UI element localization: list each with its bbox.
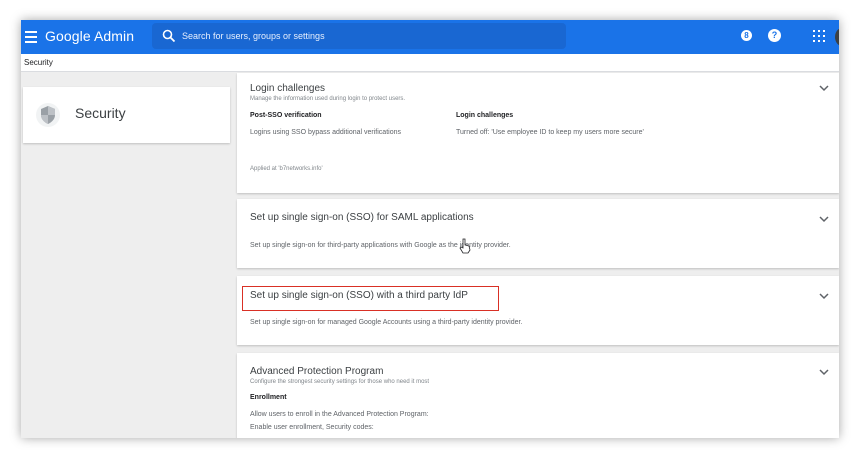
login-challenges-value: Turned off: 'Use employee ID to keep my … [456, 129, 644, 136]
account-avatar[interactable] [835, 28, 839, 46]
card-description: Set up single sign-on for third-party ap… [250, 242, 511, 249]
enrollment-value: Allow users to enroll in the Advanced Pr… [250, 411, 429, 431]
hamburger-menu-icon[interactable] [25, 28, 37, 46]
post-sso-value: Logins using SSO bypass additional verif… [250, 129, 401, 136]
shield-icon [36, 103, 60, 127]
card-subtitle: Configure the strongest security setting… [250, 379, 430, 385]
card-title: Set up single sign-on (SSO) for SAML app… [250, 212, 474, 223]
sidebar-title: Security [75, 105, 126, 121]
breadcrumb-bar: Security [21, 54, 839, 72]
top-app-bar: Google Admin 8 ? [21, 20, 839, 54]
chevron-down-icon[interactable] [819, 368, 829, 376]
applied-at-label: Applied at 'b7networks.info' [250, 166, 323, 172]
search-input[interactable] [182, 27, 552, 45]
apps-grid-icon[interactable] [813, 30, 825, 42]
card-title: Advanced Protection Program [250, 366, 384, 377]
advanced-protection-card[interactable]: Advanced Protection Program Configure th… [237, 353, 839, 438]
post-sso-heading: Post-SSO verification [250, 112, 322, 119]
sso-saml-card[interactable]: Set up single sign-on (SSO) for SAML app… [237, 199, 839, 268]
enrollment-heading: Enrollment [250, 394, 287, 401]
app-brand[interactable]: Google Admin [45, 28, 134, 44]
card-description: Set up single sign-on for managed Google… [250, 319, 523, 326]
breadcrumb[interactable]: Security [24, 58, 53, 67]
card-title: Login challenges [250, 83, 326, 94]
help-icon[interactable]: ? [768, 29, 781, 42]
card-title: Set up single sign-on (SSO) with a third… [250, 290, 468, 301]
chevron-down-icon[interactable] [819, 84, 829, 92]
chevron-down-icon[interactable] [819, 292, 829, 300]
hand-cursor-icon [459, 238, 471, 254]
chevron-down-icon[interactable] [819, 215, 829, 223]
card-subtitle: Manage the information used during login… [250, 96, 406, 102]
security-sidebar-card: Security [23, 87, 230, 143]
login-challenges-card[interactable]: Login challenges Manage the information … [237, 73, 839, 193]
search-icon [162, 29, 176, 43]
search-bar[interactable] [152, 23, 566, 49]
admin-window: Google Admin 8 ? Security Security [21, 20, 839, 438]
notification-badge[interactable]: 8 [741, 30, 752, 41]
login-challenges-heading: Login challenges [456, 112, 514, 119]
sso-third-party-idp-card[interactable]: Set up single sign-on (SSO) with a third… [237, 276, 839, 345]
